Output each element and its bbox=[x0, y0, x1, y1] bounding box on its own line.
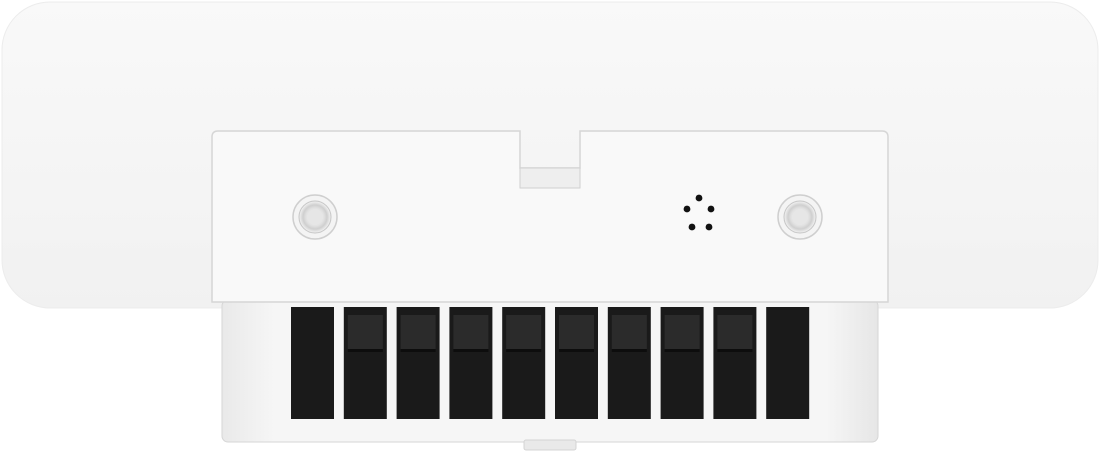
vent-slot bbox=[555, 307, 598, 419]
mic-hole bbox=[688, 223, 696, 231]
device-illustration bbox=[1, 1, 1099, 451]
notch-slot bbox=[519, 167, 581, 189]
device-scene bbox=[0, 0, 1100, 452]
vent-slot bbox=[502, 307, 546, 419]
mic-hole bbox=[707, 205, 715, 213]
vent-slot bbox=[291, 307, 334, 419]
vent-slot bbox=[607, 307, 651, 419]
screw-left bbox=[292, 194, 338, 240]
screw-right bbox=[777, 194, 823, 240]
mic-hole bbox=[683, 205, 691, 213]
vent-slot bbox=[396, 307, 440, 419]
vent-slot bbox=[766, 307, 810, 419]
bottom-tab bbox=[523, 439, 577, 451]
vent-slot bbox=[343, 307, 387, 419]
vent-slot bbox=[449, 307, 493, 419]
mic-hole bbox=[705, 223, 713, 231]
vent-slot bbox=[713, 307, 757, 419]
vent-slot bbox=[660, 307, 704, 419]
mic-hole bbox=[695, 194, 703, 202]
